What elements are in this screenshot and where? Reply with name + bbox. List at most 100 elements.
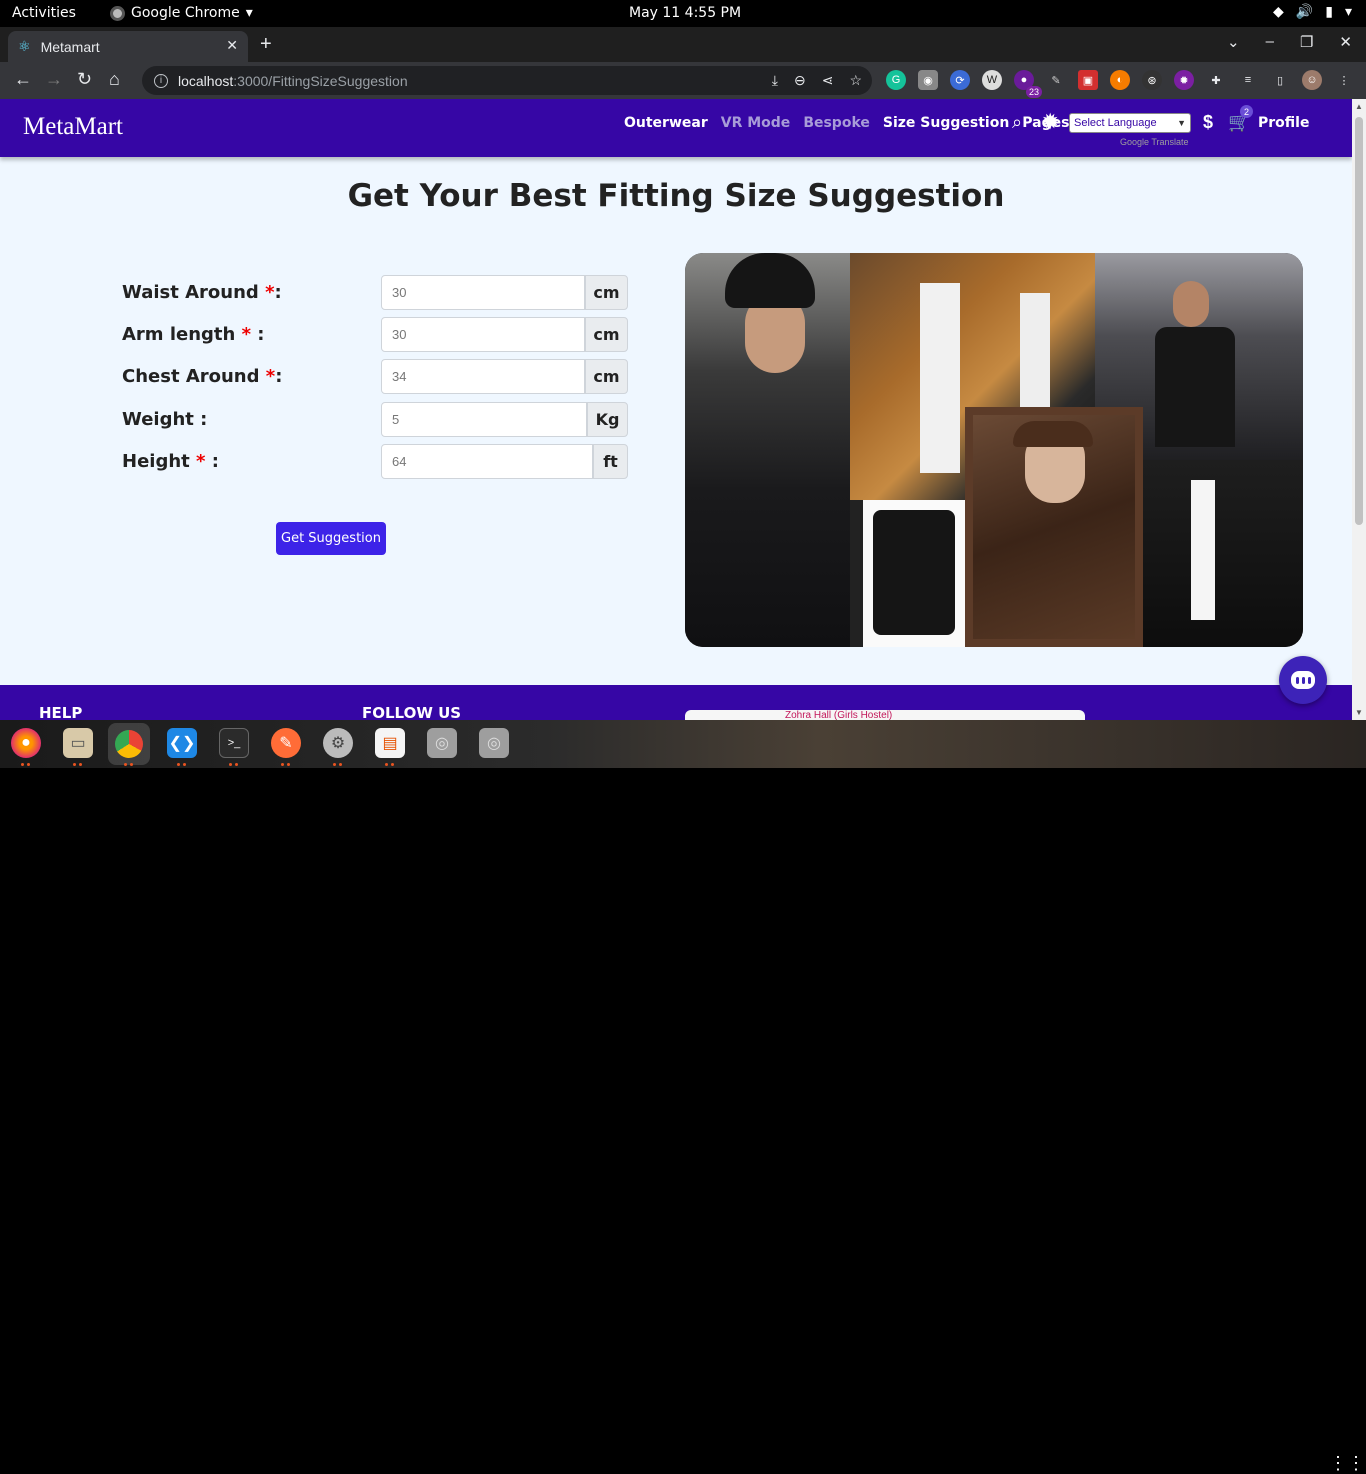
required-star: * [265, 366, 276, 387]
app-menu[interactable]: Google Chrome ▾ [110, 5, 253, 21]
address-bar[interactable]: i localhost:3000/FittingSizeSuggestion ⤓… [142, 66, 872, 95]
close-icon[interactable]: ✕ [226, 37, 238, 54]
wifi-icon: ◆ [1273, 4, 1284, 20]
activities-button[interactable]: Activities [12, 5, 76, 21]
site-footer: HELP FOLLOW US Zohra Hall (Girls Hostel) [0, 685, 1352, 720]
scroll-up-icon[interactable]: ▲ [1355, 102, 1363, 111]
close-window-button[interactable]: ✕ [1339, 33, 1352, 51]
back-button[interactable]: ← [14, 69, 32, 90]
info-icon[interactable]: i [154, 73, 168, 88]
collage-tile [1143, 460, 1303, 647]
wordpress-icon[interactable]: W [982, 70, 1002, 90]
currency-icon[interactable]: $ [1203, 112, 1213, 133]
brand-logo[interactable]: MetaMart [23, 113, 123, 141]
unit-addon: cm [585, 317, 628, 352]
site-navbar: MetaMart Outerwear VR Mode Bespoke Size … [0, 99, 1352, 157]
maximize-button[interactable]: ❐ [1300, 33, 1313, 51]
bookmark-star-icon[interactable]: ☆ [849, 72, 862, 89]
scrollbar-thumb[interactable] [1355, 117, 1363, 525]
pen-icon[interactable]: ✎ [1046, 70, 1066, 90]
nav-link-vr-mode[interactable]: VR Mode [721, 115, 791, 131]
chat-widget-button[interactable] [1279, 656, 1327, 704]
window-controls: ⌄ – ❐ ✕ [1227, 33, 1352, 51]
grammarly-icon[interactable]: G [886, 70, 906, 90]
nav-link-bespoke[interactable]: Bespoke [803, 115, 870, 131]
google-translate-credit[interactable]: Google Translate [1120, 137, 1189, 147]
system-tray[interactable]: ◆ 🔊 ▮ ▾ [1273, 4, 1352, 20]
power-menu-icon: ▾ [1344, 4, 1352, 20]
media-icon[interactable]: ≡ [1238, 70, 1258, 90]
zoom-icon[interactable]: ⊖ [794, 72, 806, 89]
sync-icon[interactable]: ⟳ [950, 70, 970, 90]
search-icon[interactable]: ⌕ [1012, 112, 1022, 133]
app-name: Google Chrome [131, 5, 240, 21]
nav-link-outerwear[interactable]: Outerwear [624, 115, 708, 131]
clock[interactable]: May 11 4:55 PM [629, 5, 741, 21]
flame-icon[interactable]: ◐ [1110, 70, 1130, 90]
firefox-icon[interactable]: ● [11, 728, 41, 758]
puzzle-icon[interactable]: ✚ [1206, 70, 1226, 90]
disk-icon-2[interactable]: ◎ [479, 728, 509, 758]
nav-link-size-suggestion[interactable]: Size Suggestion [883, 115, 1009, 131]
arm-length-input[interactable]: 30 [381, 317, 585, 352]
postman-icon[interactable]: ✎ [271, 728, 301, 758]
form-row-height: Height * : 64 ft [122, 444, 628, 479]
jacket-collage-image [685, 253, 1303, 647]
tab-title: Metamart [40, 38, 100, 55]
extension-badge-icon[interactable]: ● 23 [1014, 70, 1042, 98]
footer-map[interactable]: Zohra Hall (Girls Hostel) [685, 710, 1085, 720]
chatgpt-icon[interactable]: ⊛ [1142, 70, 1162, 90]
forward-button[interactable]: → [45, 69, 63, 90]
gift-icon[interactable]: ▣ [1078, 70, 1098, 90]
web-page: MetaMart Outerwear VR Mode Bespoke Size … [0, 99, 1352, 720]
files-icon[interactable]: ▭ [63, 728, 93, 758]
tab-search-icon[interactable]: ⌄ [1227, 33, 1240, 51]
volume-icon: 🔊 [1295, 4, 1314, 20]
home-button[interactable]: ⌂ [109, 69, 120, 90]
vscode-icon[interactable]: ❮❯ [167, 728, 197, 758]
gear-icon[interactable]: ✹ [1041, 109, 1059, 135]
terminal-icon[interactable]: >_ [219, 728, 249, 758]
reload-button[interactable]: ↻ [77, 69, 92, 90]
cart-badge: 2 [1240, 105, 1253, 118]
chrome-dock-icon[interactable] [108, 723, 150, 765]
form-row-chest: Chest Around *: 34 cm [122, 359, 628, 394]
field-label: Chest Around *: [122, 366, 283, 387]
browser-toolbar: ← → ↻ ⌂ i localhost:3000/FittingSizeSugg… [0, 62, 1366, 99]
height-input[interactable]: 64 [381, 444, 593, 479]
url-path: :3000/FittingSizeSuggestion [233, 72, 408, 89]
chevron-down-icon: ▾ [245, 5, 253, 21]
required-star: * [241, 324, 252, 345]
system-top-bar: Activities Google Chrome ▾ May 11 4:55 P… [0, 0, 1366, 27]
waist-input[interactable]: 30 [381, 275, 585, 310]
minimize-button[interactable]: – [1266, 33, 1274, 51]
menu-icon[interactable]: ⋮ [1334, 70, 1354, 90]
disk-icon[interactable]: ◎ [427, 728, 457, 758]
field-label: Waist Around *: [122, 282, 282, 303]
chest-input[interactable]: 34 [381, 359, 585, 394]
impress-icon[interactable]: ▤ [375, 728, 405, 758]
share-icon[interactable]: ⋖ [822, 72, 834, 89]
tab-metamart[interactable]: ⚛ Metamart ✕ [8, 31, 248, 62]
form-row-waist: Waist Around *: 30 cm [122, 275, 628, 310]
unit-addon: Kg [587, 402, 628, 437]
side-panel-icon[interactable]: ▯ [1270, 70, 1290, 90]
language-select[interactable]: Select Language ▼ [1069, 113, 1191, 133]
form-row-weight: Weight : 5 Kg [122, 402, 628, 437]
map-label: Zohra Hall (Girls Hostel) [785, 710, 893, 720]
weight-input[interactable]: 5 [381, 402, 587, 437]
page-title: Get Your Best Fitting Size Suggestion [347, 178, 1005, 214]
gear-ext-icon[interactable]: ✹ [1174, 70, 1194, 90]
page-scrollbar[interactable]: ▲ ▼ [1352, 99, 1366, 720]
scroll-down-icon[interactable]: ▼ [1355, 708, 1363, 717]
extensions-bar: G ◉ ⟳ W ● 23 ✎ ▣ ◐ ⊛ ✹ ✚ ≡ ▯ ☺ ⋮ [886, 70, 1354, 98]
install-icon[interactable]: ⤓ [772, 72, 778, 89]
get-suggestion-button[interactable]: Get Suggestion [276, 522, 386, 555]
settings-icon[interactable]: ⚙ [323, 728, 353, 758]
avatar[interactable]: ☺ [1302, 70, 1322, 90]
profile-link[interactable]: Profile [1258, 115, 1309, 131]
show-apps-icon[interactable]: ⋮⋮⋮ [1329, 1453, 1366, 1474]
cart-icon[interactable]: 🛒 2 [1228, 105, 1253, 133]
new-tab-button[interactable]: + [260, 33, 272, 56]
camera-icon[interactable]: ◉ [918, 70, 938, 90]
